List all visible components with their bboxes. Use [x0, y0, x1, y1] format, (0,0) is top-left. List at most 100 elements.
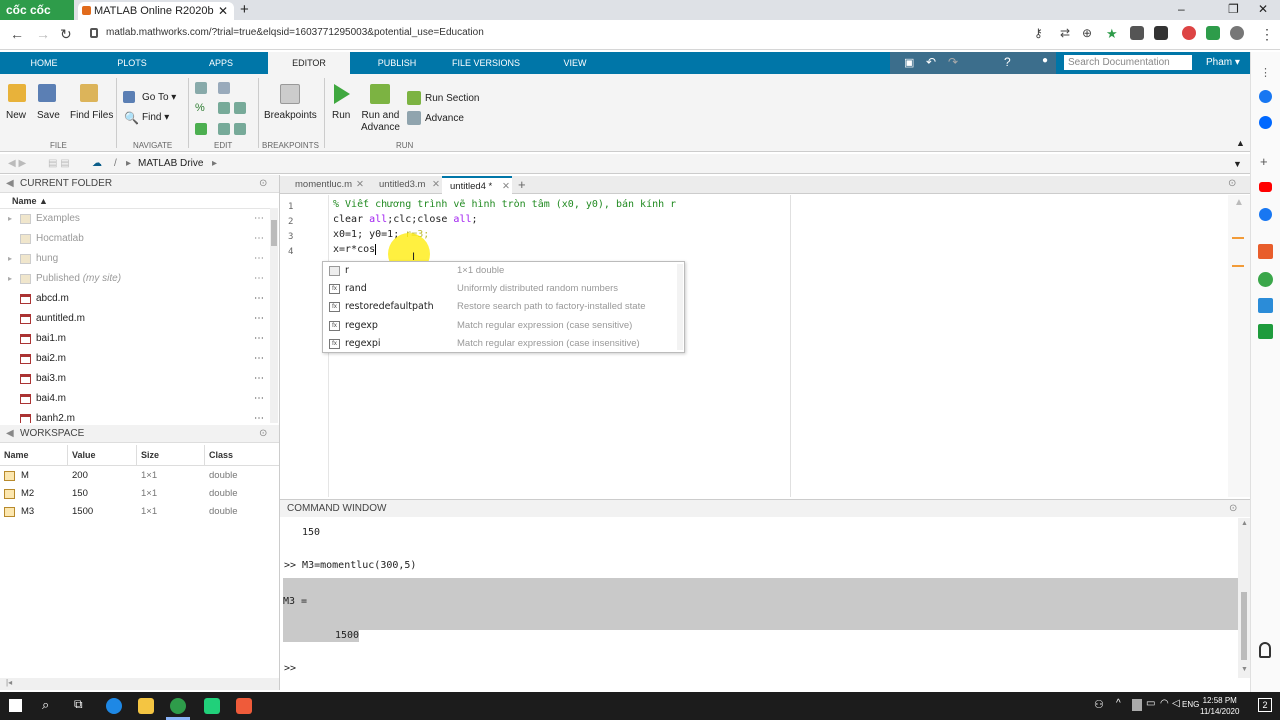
youtube-icon[interactable]	[1259, 182, 1272, 192]
run-and-advance-icon[interactable]	[370, 84, 390, 104]
col-class[interactable]: Class	[209, 450, 233, 460]
col-value[interactable]: Value	[72, 450, 96, 460]
more-icon[interactable]: ⋯	[254, 369, 264, 389]
volume-icon[interactable]: ◁	[1172, 698, 1180, 709]
new-editor-tab-icon[interactable]: +	[518, 176, 526, 193]
table-row[interactable]: M 200 1×1 double	[0, 467, 278, 485]
app-icon[interactable]	[1258, 324, 1273, 339]
increase-indent-icon[interactable]	[218, 123, 230, 135]
save-icon[interactable]	[38, 84, 56, 102]
zoom-icon[interactable]: ⊕	[1082, 26, 1092, 40]
tab-view[interactable]: VIEW	[532, 52, 618, 74]
breakpoints-icon[interactable]	[280, 84, 300, 104]
list-item[interactable]: auntitled.m ⋯	[0, 309, 278, 329]
url-field[interactable]: matlab.mathworks.com/?trial=true&elqsid=…	[106, 27, 484, 38]
save-quick-icon[interactable]: ▣	[904, 56, 914, 69]
more-icon[interactable]: ⋯	[254, 389, 264, 409]
tab-home[interactable]: HOME	[0, 52, 88, 74]
collapse-toolstrip-icon[interactable]: ▲	[1236, 138, 1245, 148]
tab-untitled3[interactable]: untitled3.m ✕	[364, 176, 442, 194]
more-icon[interactable]: ⋯	[254, 349, 264, 369]
editor-menu-icon[interactable]: ⊙	[1228, 178, 1236, 189]
autocomplete-scrollbar[interactable]	[677, 264, 683, 350]
command-window[interactable]: 150 >> M3=momentluc(300,5) M3 = 1500 >>	[280, 518, 1238, 678]
panel-menu-icon[interactable]: ⊙	[1229, 500, 1237, 518]
list-item[interactable]: abcd.m ⋯	[0, 289, 278, 309]
collapse-arrow-icon[interactable]: ◀	[6, 175, 14, 193]
wifi-icon[interactable]: ◠	[1160, 698, 1169, 709]
more-icon[interactable]: ⋯	[254, 289, 264, 309]
autocomplete-item[interactable]: fx regexp Match regular expression (case s…	[323, 317, 685, 335]
tab-editor[interactable]: EDITOR	[268, 52, 350, 76]
run-button[interactable]: Run	[332, 110, 350, 121]
coccoc-icon[interactable]	[170, 698, 186, 714]
settings-icon[interactable]: ●	[1042, 55, 1048, 66]
goto-button[interactable]: Go To ▾	[142, 92, 176, 103]
game-icon[interactable]	[1258, 272, 1273, 287]
input-language[interactable]: ENG	[1182, 700, 1199, 709]
list-item[interactable]: ▸ Examples ⋯	[0, 209, 278, 229]
translate-icon[interactable]: ⇄	[1060, 26, 1070, 40]
forward-icon[interactable]: →	[36, 26, 50, 42]
tray-expand-icon[interactable]: ^	[1116, 698, 1121, 709]
minimize-icon[interactable]: –	[1178, 0, 1185, 18]
close-tab-icon[interactable]: ✕	[218, 2, 228, 20]
find-button[interactable]: Find ▾	[142, 112, 169, 123]
panel-menu-icon[interactable]: ⊙	[259, 425, 267, 443]
autocomplete-item[interactable]: r 1×1 double	[323, 262, 685, 280]
facebook-icon[interactable]	[1259, 208, 1272, 221]
back-icon[interactable]: ←	[10, 26, 24, 42]
file-explorer-icon[interactable]	[138, 698, 154, 714]
col-name[interactable]: Name	[4, 450, 29, 460]
search-documentation-input[interactable]: Search Documentation	[1064, 55, 1192, 70]
list-item[interactable]: bai4.m ⋯	[0, 389, 278, 409]
notification-bell-icon[interactable]	[1259, 642, 1271, 658]
more-icon[interactable]: ⋯	[254, 269, 264, 289]
reload-icon[interactable]: ↻	[60, 26, 72, 43]
warning-marker[interactable]	[1232, 265, 1244, 267]
new-tab-icon[interactable]: +	[240, 0, 249, 20]
redo-icon[interactable]: ↷	[948, 55, 958, 69]
close-tab-icon[interactable]: ✕	[356, 176, 364, 194]
action-center-icon[interactable]: 2	[1258, 698, 1272, 712]
warning-marker[interactable]	[1232, 237, 1244, 239]
tab-plots[interactable]: PLOTS	[88, 52, 176, 74]
task-view-icon[interactable]: ⧉	[74, 697, 83, 712]
list-item[interactable]: banh2.m ⋯	[0, 409, 278, 423]
expand-icon[interactable]: ▸	[8, 249, 12, 269]
undo-icon[interactable]: ↶	[926, 55, 936, 69]
browser-tab[interactable]: MATLAB Online R2020b ✕	[78, 2, 234, 20]
sidebar-add-icon[interactable]: +	[1260, 154, 1268, 169]
scrollbar-thumb[interactable]	[1241, 592, 1247, 660]
table-row[interactable]: M2 150 1×1 double	[0, 485, 278, 503]
more-icon[interactable]: ⋯	[254, 209, 264, 229]
col-name-header[interactable]: Name ▲	[12, 196, 48, 206]
tab-publish[interactable]: PUBLISH	[354, 52, 440, 74]
scroll-down-icon[interactable]: ▼	[1241, 666, 1248, 673]
user-menu[interactable]: Pham ▾	[1206, 57, 1240, 68]
system-clock[interactable]: 12:58 PM 11/14/2020	[1200, 695, 1239, 717]
expand-icon[interactable]: ▸	[8, 269, 12, 289]
more-icon[interactable]: ⋯	[254, 249, 264, 269]
list-item[interactable]: bai1.m ⋯	[0, 329, 278, 349]
table-row[interactable]: M3 1500 1×1 double	[0, 503, 278, 521]
save-button[interactable]: Save	[37, 110, 60, 121]
browser-brand-logo[interactable]: cốc cốc	[0, 0, 74, 20]
uncomment-icon[interactable]	[218, 102, 230, 114]
tab-momentluc[interactable]: momentluc.m ✕	[280, 176, 364, 194]
close-tab-icon[interactable]: ✕	[432, 176, 440, 194]
more-icon[interactable]: ⋯	[254, 229, 264, 249]
recorder-icon[interactable]	[236, 698, 252, 714]
fx-icon[interactable]	[218, 82, 230, 94]
insert-icon[interactable]	[195, 82, 207, 94]
breakpoints-button[interactable]: Breakpoints	[264, 110, 317, 121]
run-icon[interactable]	[334, 84, 350, 104]
more-icon[interactable]: ⋯	[254, 309, 264, 329]
close-tab-icon[interactable]: ✕	[502, 178, 510, 196]
decrease-indent-icon[interactable]	[234, 123, 246, 135]
people-icon[interactable]: ⚇	[1094, 698, 1104, 711]
comment-icon[interactable]: %	[195, 102, 205, 114]
search-icon[interactable]: ⌕	[42, 697, 49, 713]
expand-icon[interactable]: ▸	[8, 209, 12, 229]
advance-button[interactable]: Advance	[425, 113, 464, 124]
